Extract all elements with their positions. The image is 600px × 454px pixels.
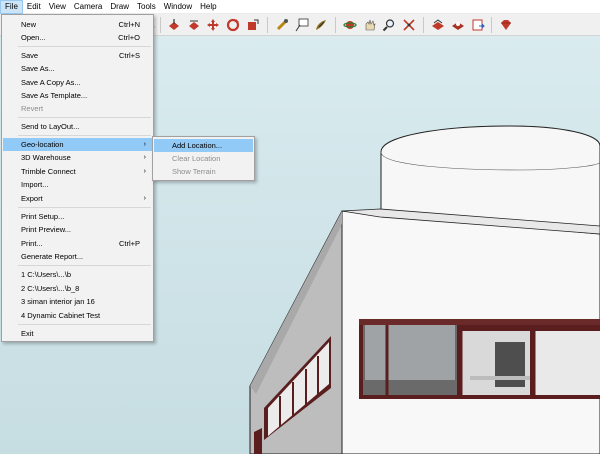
menu-edit[interactable]: Edit	[23, 0, 45, 14]
menu-item-add-location[interactable]: Add Location...	[154, 139, 253, 152]
menu-draw[interactable]: Draw	[106, 0, 133, 14]
menu-help[interactable]: Help	[196, 0, 220, 14]
menu-item-print[interactable]: Print... Ctrl+P	[3, 237, 152, 250]
shortcut-print: Ctrl+P	[118, 239, 140, 248]
menu-item-open-label: Open...	[21, 33, 46, 42]
3d-warehouse-icon[interactable]	[430, 17, 446, 33]
menu-item-new[interactable]: New Ctrl+N	[3, 18, 152, 31]
rotate-icon[interactable]	[225, 17, 241, 33]
menu-item-geo-location-label: Geo-location	[21, 140, 64, 149]
push-pull-icon[interactable]	[166, 17, 182, 33]
menu-window[interactable]: Window	[160, 0, 196, 14]
menu-separator	[18, 207, 151, 208]
extension-warehouse-icon[interactable]	[450, 17, 466, 33]
orbit-icon[interactable]	[342, 17, 358, 33]
menu-item-recent-1[interactable]: 1 C:\Users\...\b	[3, 268, 152, 281]
menu-item-trimble-connect-label: Trimble Connect	[21, 167, 76, 176]
menu-item-export[interactable]: Export ›	[3, 192, 152, 205]
menu-item-send-to-layout[interactable]: Send to LayOut...	[3, 120, 152, 133]
menu-tools[interactable]: Tools	[133, 0, 160, 14]
menu-item-recent-2[interactable]: 2 C:\Users\...\b_8	[3, 282, 152, 295]
chevron-right-icon: ›	[143, 141, 146, 148]
menu-item-geo-location[interactable]: Geo-location ›	[3, 138, 152, 151]
menu-item-new-label: New	[21, 20, 37, 29]
file-menu: New Ctrl+N Open... Ctrl+O Save Ctrl+S Save …	[1, 14, 154, 342]
zoom-icon[interactable]	[381, 17, 397, 33]
menu-item-show-terrain: Show Terrain	[172, 167, 216, 176]
menu-bar: File Edit View Camera Draw Tools Window …	[0, 0, 600, 14]
ruby-console-icon[interactable]	[498, 17, 514, 33]
menu-item-print-preview[interactable]: Print Preview...	[3, 223, 152, 236]
scale-icon[interactable]	[245, 17, 261, 33]
move-arrows-icon[interactable]	[205, 17, 221, 33]
menu-item-print-label: Print...	[21, 239, 43, 248]
chevron-right-icon: ›	[143, 195, 146, 202]
menu-item-save[interactable]: Save Ctrl+S	[3, 49, 152, 62]
menu-item-save-label: Save	[21, 51, 39, 60]
menu-item-recent-3[interactable]: 3 siman interior jan 16	[3, 295, 152, 308]
menu-view[interactable]: View	[45, 0, 70, 14]
paint-icon[interactable]	[313, 17, 329, 33]
tape-measure-icon[interactable]	[274, 17, 290, 33]
menu-separator	[18, 324, 151, 325]
geo-location-submenu: Add Location... Clear Location Show Terr…	[152, 136, 255, 181]
menu-item-print-setup[interactable]: Print Setup...	[3, 210, 152, 223]
zoom-extents-icon[interactable]	[401, 17, 417, 33]
send-to-layout-icon[interactable]	[470, 17, 486, 33]
menu-separator	[18, 265, 151, 266]
menu-item-save-as-template[interactable]: Save As Template...	[3, 89, 152, 102]
menu-item-import[interactable]: Import...	[3, 178, 152, 191]
shortcut-new: Ctrl+N	[118, 20, 140, 29]
text-label-icon[interactable]	[294, 17, 310, 33]
menu-camera[interactable]: Camera	[70, 0, 106, 14]
chevron-right-icon: ›	[143, 168, 146, 175]
move-icon[interactable]	[186, 17, 202, 33]
menu-item-clear-location: Clear Location	[172, 154, 221, 163]
shortcut-save: Ctrl+S	[118, 51, 140, 60]
menu-item-revert: Revert	[21, 104, 44, 113]
menu-item-3d-warehouse[interactable]: 3D Warehouse ›	[3, 151, 152, 164]
menu-separator	[18, 135, 151, 136]
menu-item-open[interactable]: Open... Ctrl+O	[3, 31, 152, 44]
menu-item-3d-warehouse-label: 3D Warehouse	[21, 153, 71, 162]
menu-item-generate-report[interactable]: Generate Report...	[3, 250, 152, 263]
shortcut-open: Ctrl+O	[118, 33, 140, 42]
menu-item-recent-4[interactable]: 4 Dynamic Cabinet Test	[3, 309, 152, 322]
menu-item-export-label: Export	[21, 194, 43, 203]
menu-item-save-as[interactable]: Save As...	[3, 62, 152, 75]
chevron-right-icon: ›	[143, 154, 146, 161]
menu-separator	[18, 46, 151, 47]
menu-item-save-copy-as[interactable]: Save A Copy As...	[3, 76, 152, 89]
pan-icon[interactable]	[362, 17, 378, 33]
menu-file[interactable]: File	[0, 0, 23, 14]
menu-item-trimble-connect[interactable]: Trimble Connect ›	[3, 165, 152, 178]
menu-item-exit[interactable]: Exit	[3, 327, 152, 340]
menu-separator	[18, 117, 151, 118]
